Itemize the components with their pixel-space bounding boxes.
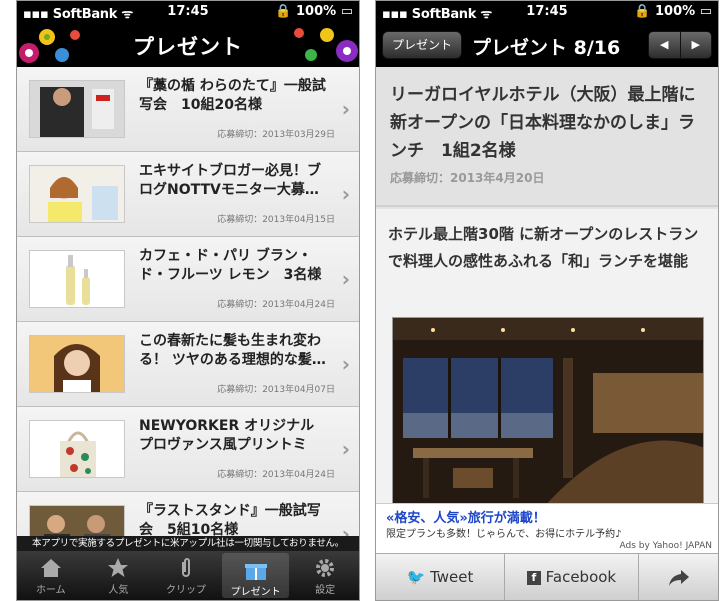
chevron-right-icon: ›: [341, 267, 350, 291]
item-deadline: 応募締切：2013年04月24日: [217, 470, 335, 480]
item-thumbnail: [29, 250, 125, 308]
chevron-right-icon: ›: [341, 352, 350, 376]
chevron-right-icon: ›: [341, 182, 350, 206]
nav-bar: プレゼント: [17, 23, 359, 67]
item-deadline: 応募締切：2013年04月07日: [217, 385, 335, 395]
item-deadline: 応募締切：2013年04月24日: [217, 300, 335, 310]
status-bar: ▪▪▪ SoftBank ᯤ 17:45 🔒 100% ▭: [376, 1, 718, 23]
share-arrow-icon: [667, 568, 691, 586]
item-thumbnail: [29, 165, 125, 223]
list-item[interactable]: 『藁の楯 わらのたて』一般試写会 10組20名様 応募締切：2013年03月29…: [17, 67, 359, 152]
tweet-button[interactable]: 🐦 Tweet: [376, 554, 505, 600]
pager-control: ◀ ▶: [648, 31, 712, 59]
ad-text: 限定プランも多数！じゃらんで、お得にホテル予約♪: [386, 529, 622, 540]
back-button[interactable]: プレゼント: [382, 31, 462, 59]
facebook-button[interactable]: f Facebook: [505, 554, 639, 600]
ad-headline[interactable]: «格安、人気»旅行が満載！: [386, 507, 546, 526]
detail-title: リーガロイヤルホテル（大阪）最上階に新オープンの「日本料理なかのしま」ランチ 1…: [390, 85, 696, 161]
share-bar: 🐦 Tweet f Facebook: [376, 553, 718, 600]
item-thumbnail: [29, 505, 125, 538]
home-icon: [17, 551, 85, 581]
nav-title: プレゼント 8/16: [472, 37, 621, 59]
tweet-label: Tweet: [430, 568, 474, 586]
chevron-right-icon: ›: [341, 97, 350, 121]
present-list[interactable]: 『藁の楯 わらのたて』一般試写会 10組20名様 応募締切：2013年03月29…: [17, 67, 359, 538]
star-icon: [85, 551, 153, 581]
tab-present[interactable]: プレゼント: [221, 553, 290, 598]
facebook-icon: f: [526, 570, 541, 585]
share-button[interactable]: [639, 554, 718, 600]
previous-button[interactable]: ◀: [649, 32, 680, 58]
facebook-label: Facebook: [545, 568, 617, 586]
item-title: NEWYORKER オリジナル プロヴァンス風プリントミニ…: [139, 418, 315, 457]
item-deadline: 応募締切：2013年04月15日: [217, 215, 335, 225]
tab-label: ホーム: [35, 585, 66, 596]
clip-icon: [152, 551, 220, 581]
disclaimer-banner: 本アプリで実施するプレゼントに米アップル社は一切関与しておりません。: [17, 536, 359, 551]
list-item[interactable]: エキサイトブロガー必見！ブログNOTTVモニター大募… 応募締切：2013年04…: [17, 152, 359, 237]
list-item[interactable]: この春新たに髪も生まれ変わる！ ツヤのある理想的な髪… 応募締切：2013年04…: [17, 322, 359, 407]
gift-icon: [222, 553, 290, 583]
item-deadline: 応募締切：2013年03月29日: [217, 130, 335, 140]
restaurant-photo: [392, 317, 704, 507]
list-item[interactable]: NEWYORKER オリジナル プロヴァンス風プリントミニ… 応募締切：2013…: [17, 407, 359, 492]
battery-label: 🔒 100% ▭: [634, 4, 712, 19]
gear-icon: [291, 551, 359, 581]
present-detail-screen: ▪▪▪ SoftBank ᯤ 17:45 🔒 100% ▭ プレゼント プレゼン…: [375, 0, 719, 601]
tab-home[interactable]: ホーム: [17, 551, 85, 600]
item-title: 『藁の楯 わらのたて』一般試写会 10組20名様: [139, 78, 326, 113]
tab-settings[interactable]: 設定: [291, 551, 359, 600]
tab-popular[interactable]: 人気: [85, 551, 153, 600]
item-title: エキサイトブロガー必見！ブログNOTTVモニター大募…: [139, 163, 321, 198]
status-bar: ▪▪▪ SoftBank ᯤ 17:45 🔒 100% ▭: [17, 1, 359, 23]
item-title: カフェ・ド・パリ ブラン・ド・フルーツ レモン 3名様: [139, 248, 322, 283]
ad-credit: Ads by Yahoo! JAPAN: [619, 541, 712, 551]
tab-clip[interactable]: クリップ: [152, 551, 220, 600]
chevron-right-icon: ›: [341, 437, 350, 461]
list-item[interactable]: カフェ・ド・パリ ブラン・ド・フルーツ レモン 3名様 応募締切：2013年04…: [17, 237, 359, 322]
twitter-bird-icon: 🐦: [406, 568, 426, 586]
item-title: この春新たに髪も生まれ変わる！ ツヤのある理想的な髪…: [139, 333, 326, 368]
detail-header: リーガロイヤルホテル（大阪）最上階に新オープンの「日本料理なかのしま」ランチ 1…: [376, 67, 718, 207]
tab-label: クリップ: [165, 585, 206, 596]
item-title: 『ラストスタンド』一般試写会 5組10名様: [139, 503, 321, 538]
present-list-screen: ▪▪▪ SoftBank ᯤ 17:45 🔒 100% ▭ プレゼント 『藁の楯…: [16, 0, 360, 601]
tab-label: プレゼント: [230, 587, 281, 598]
tab-label: 人気: [108, 585, 129, 596]
floral-decoration-icon: [294, 28, 358, 62]
item-thumbnail: [29, 80, 125, 138]
nav-bar: プレゼント プレゼント 8/16 ◀ ▶: [376, 23, 718, 67]
next-button[interactable]: ▶: [679, 32, 712, 58]
detail-lead: ホテル最上階30階 に新オープンのレストランで料理人の感性あふれる「和」ランチを…: [388, 225, 699, 270]
tab-label: 設定: [315, 585, 336, 596]
battery-label: 🔒 100% ▭: [275, 4, 353, 19]
tab-bar: ホーム 人気 クリップ プレゼント 設定: [17, 551, 359, 600]
detail-deadline: 応募締切：2013年4月20日: [390, 171, 545, 185]
item-thumbnail: [29, 335, 125, 393]
list-item[interactable]: 『ラストスタンド』一般試写会 5組10名様 ›: [17, 492, 359, 538]
ad-banner[interactable]: «格安、人気»旅行が満載！ 限定プランも多数！じゃらんで、お得にホテル予約♪ A…: [376, 503, 718, 555]
item-thumbnail: [29, 420, 125, 478]
